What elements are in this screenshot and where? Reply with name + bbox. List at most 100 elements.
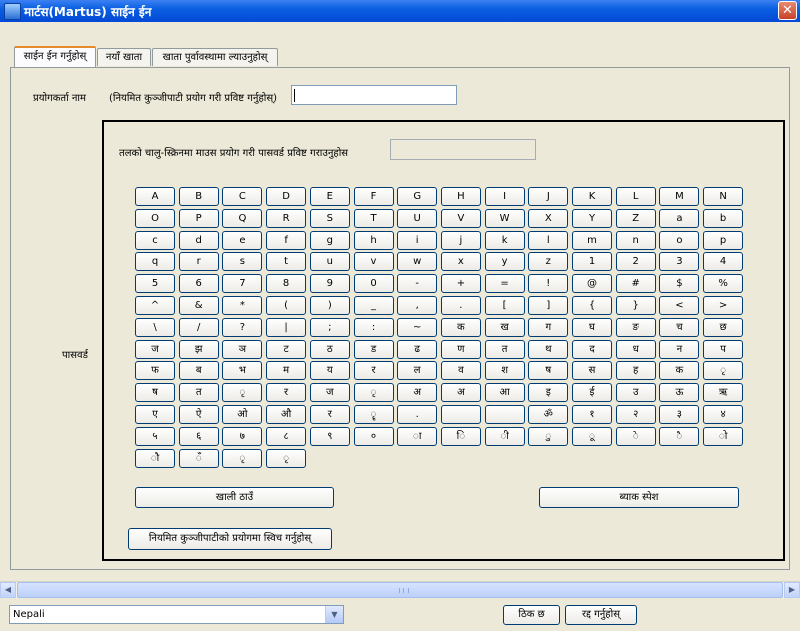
switch-keyboard-button[interactable]: नियमित कुञ्जीपाटीको प्रयोगमा स्विच गर्नु… xyxy=(128,528,332,550)
keyboard-key[interactable]: e xyxy=(222,230,263,250)
keyboard-key[interactable]: थ xyxy=(528,339,569,359)
keyboard-key[interactable]: र xyxy=(353,361,394,381)
keyboard-key[interactable]: p xyxy=(703,230,744,250)
keyboard-key[interactable]: B xyxy=(178,187,219,206)
keyboard-key[interactable]: ज xyxy=(309,383,350,403)
keyboard-key[interactable]: f xyxy=(266,230,307,250)
keyboard-key[interactable]: त xyxy=(178,383,219,403)
keyboard-key[interactable]: J xyxy=(528,187,569,206)
keyboard-key[interactable]: छ xyxy=(703,317,744,337)
keyboard-key[interactable]: I xyxy=(484,187,525,206)
ok-button[interactable]: ठिक छ xyxy=(503,605,560,625)
scrollbar-thumb[interactable] xyxy=(17,582,783,598)
keyboard-key[interactable]: T xyxy=(353,208,394,228)
keyboard-key[interactable]: ई xyxy=(572,383,612,403)
keyboard-key[interactable]: फ xyxy=(135,361,175,381)
keyboard-key[interactable]: 1 xyxy=(572,252,612,272)
keyboard-key[interactable]: म xyxy=(266,361,307,381)
keyboard-key[interactable]: A xyxy=(135,187,175,206)
scroll-left-icon[interactable]: ◀ xyxy=(0,582,16,598)
keyboard-key[interactable]: ग xyxy=(528,317,569,337)
keyboard-key[interactable]: ( xyxy=(266,296,307,315)
keyboard-key[interactable]: ी xyxy=(484,426,525,446)
keyboard-key[interactable]: V xyxy=(440,208,481,228)
keyboard-key[interactable]: G xyxy=(397,187,438,206)
keyboard-key[interactable]: १ xyxy=(572,405,612,424)
keyboard-key[interactable]: २ xyxy=(615,405,656,424)
keyboard-key[interactable]: ॐ xyxy=(528,405,569,424)
keyboard-key[interactable]: ठ xyxy=(309,339,350,359)
close-icon[interactable]: ✕ xyxy=(778,1,797,20)
keyboard-key[interactable]: + xyxy=(440,274,481,294)
keyboard-key[interactable]: _ xyxy=(353,296,394,315)
keyboard-key[interactable]: ञ xyxy=(222,339,263,359)
keyboard-key[interactable]: ड xyxy=(353,339,394,359)
keyboard-key[interactable]: ब xyxy=(178,361,219,381)
keyboard-key[interactable]: ५ xyxy=(135,426,175,446)
keyboard-key[interactable]: ह xyxy=(615,361,656,381)
keyboard-key[interactable]: $ xyxy=(659,274,700,294)
keyboard-key[interactable]: ढ xyxy=(397,339,438,359)
scroll-right-icon[interactable]: ▶ xyxy=(784,582,800,598)
keyboard-key[interactable]: ि xyxy=(440,426,481,446)
tab-new-account[interactable]: नयाँ खाता xyxy=(97,48,151,66)
keyboard-key[interactable]: ृ xyxy=(703,361,744,381)
keyboard-key[interactable]: & xyxy=(178,296,219,315)
keyboard-key[interactable]: y xyxy=(484,252,525,272)
keyboard-key[interactable]: ऋ xyxy=(703,383,744,403)
keyboard-key[interactable]: = xyxy=(484,274,525,294)
keyboard-key[interactable]: E xyxy=(309,187,350,206)
keyboard-key[interactable]: X xyxy=(528,208,569,228)
chevron-down-icon[interactable]: ▼ xyxy=(325,606,343,623)
keyboard-key[interactable]: ा xyxy=(397,426,438,446)
keyboard-key[interactable]: ३ xyxy=(659,405,700,424)
keyboard-key[interactable]: ? xyxy=(222,317,263,337)
keyboard-key[interactable]: / xyxy=(178,317,219,337)
keyboard-key[interactable]: d xyxy=(178,230,219,250)
keyboard-key[interactable]: } xyxy=(615,296,656,315)
keyboard-key[interactable]: P xyxy=(178,208,219,228)
keyboard-key[interactable]: Y xyxy=(572,208,612,228)
keyboard-key[interactable]: ए xyxy=(135,405,175,424)
keyboard-key[interactable]: ो xyxy=(703,426,744,446)
keyboard-key[interactable]: i xyxy=(397,230,438,250)
keyboard-key[interactable]: र xyxy=(309,405,350,424)
keyboard-key[interactable]: 9 xyxy=(309,274,350,294)
keyboard-key[interactable]: ओ xyxy=(222,405,263,424)
keyboard-key[interactable]: औ xyxy=(266,405,307,424)
keyboard-key[interactable]: ृ xyxy=(222,448,263,468)
keyboard-key[interactable]: ख xyxy=(484,317,525,337)
keyboard-key[interactable]: ! xyxy=(528,274,569,294)
keyboard-key[interactable]: . xyxy=(440,296,481,315)
keyboard-key[interactable]: द xyxy=(572,339,612,359)
keyboard-key[interactable]: [ xyxy=(484,296,525,315)
keyboard-key[interactable]: ङ xyxy=(615,317,656,337)
keyboard-key[interactable]: ज xyxy=(135,339,175,359)
keyboard-key[interactable]: 5 xyxy=(135,274,175,294)
keyboard-key[interactable]: 6 xyxy=(178,274,219,294)
keyboard-key[interactable]: Z xyxy=(615,208,656,228)
keyboard-key[interactable]: D xyxy=(266,187,307,206)
keyboard-key[interactable]: < xyxy=(659,296,700,315)
keyboard-key[interactable]: 4 xyxy=(703,252,744,272)
keyboard-key[interactable]: ल xyxy=(397,361,438,381)
keyboard-key[interactable]: ७ xyxy=(222,426,263,446)
keyboard-key[interactable]: त xyxy=(484,339,525,359)
keyboard-key[interactable]: ष xyxy=(528,361,569,381)
keyboard-key[interactable]: s xyxy=(222,252,263,272)
keyboard-key[interactable]: र xyxy=(266,383,307,403)
keyboard-key[interactable]: ९ xyxy=(309,426,350,446)
keyboard-key[interactable]: ) xyxy=(309,296,350,315)
keyboard-key[interactable]: ष xyxy=(135,383,175,403)
keyboard-key[interactable]: > xyxy=(703,296,744,315)
keyboard-key[interactable]: य xyxy=(309,361,350,381)
keyboard-key[interactable]: L xyxy=(615,187,656,206)
keyboard-key[interactable]: 8 xyxy=(266,274,307,294)
keyboard-key[interactable]: F xyxy=(353,187,394,206)
keyboard-key[interactable]: % xyxy=(703,274,744,294)
keyboard-key[interactable]: आ xyxy=(484,383,525,403)
keyboard-key[interactable]: w xyxy=(397,252,438,272)
keyboard-key[interactable]: व xyxy=(440,361,481,381)
keyboard-key[interactable]: H xyxy=(440,187,481,206)
keyboard-key[interactable]: , xyxy=(397,296,438,315)
